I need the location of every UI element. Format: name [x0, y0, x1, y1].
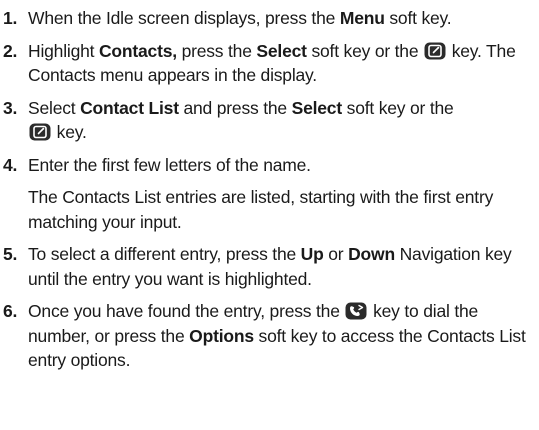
up-key-label: Up: [300, 244, 324, 264]
step-1: 1. When the Idle screen displays, press …: [0, 6, 531, 31]
ok-key-icon: [424, 42, 446, 60]
step-5: 5. To select a different entry, press th…: [3, 244, 512, 289]
step-number: 2.: [3, 40, 18, 61]
contacts-label: Contacts,: [98, 40, 177, 61]
step-4: 4. Enter the first few letters of the na…: [0, 153, 531, 235]
step-6: 6. Once you have found the entry, press …: [3, 301, 526, 370]
step-2: 2. Highlight Contacts, press the Select …: [3, 40, 516, 86]
step-number: 1.: [3, 8, 18, 28]
step-number: 4.: [3, 154, 18, 175]
send-key-icon: [345, 302, 367, 320]
select-key-label: Select: [256, 40, 307, 61]
options-key-label: Options: [189, 325, 254, 346]
step-number: 6.: [3, 301, 18, 321]
step-number: 3.: [3, 97, 18, 118]
ok-key-icon: [29, 123, 51, 141]
down-key-label: Down: [348, 244, 395, 264]
step-3: 3. Select Contact List and press the Sel…: [3, 97, 454, 143]
step-number: 5.: [3, 244, 18, 264]
contact-list-label: Contact List: [80, 97, 179, 118]
instruction-steps: 1. When the Idle screen displays, press …: [0, 0, 539, 373]
step-4-note: The Contacts List entries are listed, st…: [28, 187, 494, 232]
select-key-label: Select: [291, 97, 343, 118]
menu-key-label: Menu: [339, 8, 385, 28]
